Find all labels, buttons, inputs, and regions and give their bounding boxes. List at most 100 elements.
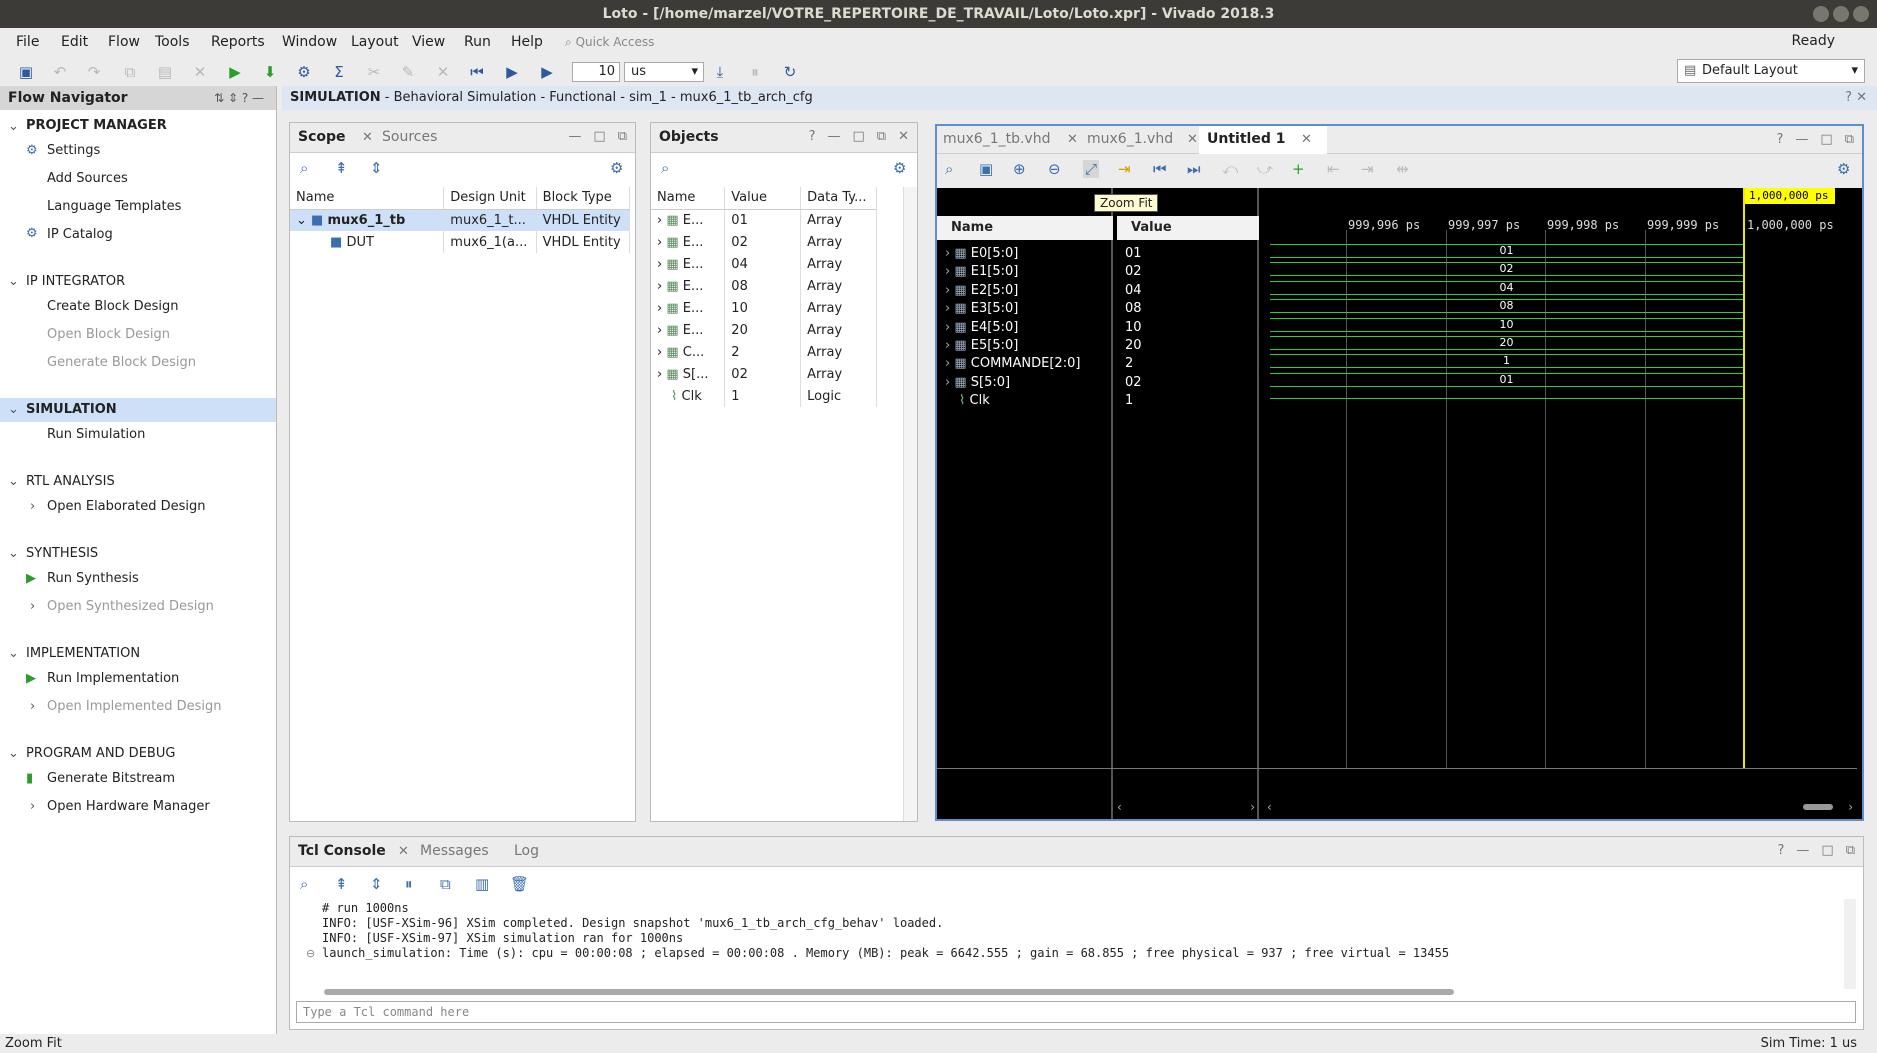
nav-generate-block-design[interactable]: Generate Block Design bbox=[47, 355, 196, 370]
chevron-right-icon[interactable]: › bbox=[30, 499, 35, 514]
nav-ip-catalog[interactable]: IP Catalog bbox=[47, 227, 113, 242]
chevron-right-icon[interactable]: › bbox=[657, 235, 662, 250]
nav-create-block-design[interactable]: Create Block Design bbox=[47, 299, 179, 314]
chevron-down-icon[interactable]: ⌄ bbox=[296, 213, 307, 228]
nav-run-implementation[interactable]: Run Implementation bbox=[47, 671, 179, 686]
close-icon[interactable]: ✕ bbox=[1301, 132, 1312, 147]
delete-icon[interactable]: ✕ bbox=[190, 62, 210, 82]
table-row[interactable]: ⌄ ■ mux6_1_tb mux6_1_t... VHDL Entity bbox=[290, 209, 631, 231]
chevron-down-icon[interactable]: ⌄ bbox=[8, 119, 19, 134]
collapse-all-icon[interactable]: ⇞ bbox=[335, 875, 348, 893]
section-synthesis[interactable]: SYNTHESIS bbox=[26, 546, 98, 561]
table-row[interactable]: › ▦ C... 2 Array bbox=[651, 341, 877, 363]
go-to-cursor-icon[interactable]: ⇥ bbox=[1118, 160, 1131, 178]
fold-icon[interactable]: ⊖ bbox=[306, 947, 315, 960]
section-implementation[interactable]: IMPLEMENTATION bbox=[26, 646, 140, 661]
nav-generate-bitstream[interactable]: Generate Bitstream bbox=[47, 771, 175, 786]
maximize-button[interactable] bbox=[1833, 6, 1849, 22]
search-icon[interactable]: ⌕ bbox=[945, 160, 953, 178]
chevron-right-icon[interactable]: › bbox=[30, 799, 35, 814]
disabled-tool-icon[interactable]: ✕ bbox=[433, 62, 453, 82]
menu-file[interactable]: File bbox=[16, 34, 39, 50]
column-header[interactable]: Name bbox=[290, 187, 445, 210]
tab-untitled-1[interactable]: Untitled 1 bbox=[1207, 131, 1285, 147]
section-simulation[interactable]: SIMULATION bbox=[26, 402, 117, 417]
chevron-down-icon[interactable]: ⌄ bbox=[8, 474, 19, 489]
chevron-down-icon[interactable]: ⌄ bbox=[8, 274, 19, 289]
panel-window-controls[interactable]: ? — □ ⧉ bbox=[1778, 843, 1856, 858]
column-header[interactable]: Value bbox=[724, 187, 802, 210]
panel-window-controls[interactable]: — □ ⧉ bbox=[568, 129, 627, 144]
minimize-button[interactable] bbox=[1813, 6, 1829, 22]
next-transition-icon[interactable]: ⤻ bbox=[1257, 160, 1273, 178]
vertical-scrollbar[interactable] bbox=[1844, 899, 1856, 989]
tab-mux6-1-vhd[interactable]: mux6_1.vhd bbox=[1087, 131, 1173, 147]
nav-open-implemented-design[interactable]: Open Implemented Design bbox=[47, 699, 221, 714]
menu-layout[interactable]: Layout bbox=[351, 34, 399, 50]
break-icon[interactable]: ⏸ bbox=[745, 62, 765, 82]
nav-open-elaborated-design[interactable]: Open Elaborated Design bbox=[47, 499, 206, 514]
panel-controls-icon[interactable]: ⇅ ⇕ ? — bbox=[214, 86, 264, 110]
add-marker-icon[interactable]: + bbox=[1292, 160, 1305, 178]
run-all-icon[interactable]: ▶ bbox=[502, 62, 522, 82]
redo-icon[interactable]: ↷ bbox=[84, 62, 104, 82]
column-header[interactable]: Block Type bbox=[536, 187, 631, 210]
wave-scrollbar[interactable]: ‹ › bbox=[1267, 800, 1857, 814]
tab-messages[interactable]: Messages bbox=[420, 843, 489, 859]
program-download-icon[interactable]: ⬇ bbox=[260, 62, 280, 82]
chevron-right-icon[interactable]: › bbox=[657, 257, 662, 272]
gear-icon[interactable]: ⚙ bbox=[893, 159, 906, 177]
menu-help[interactable]: Help bbox=[511, 34, 543, 50]
clear-icon[interactable]: 🗑 bbox=[510, 875, 529, 893]
table-row[interactable]: › ▦ S[... 02 Array bbox=[651, 363, 877, 385]
tab-sources[interactable]: Sources bbox=[382, 129, 437, 145]
tcl-command-input[interactable]: Type a Tcl command here bbox=[296, 1001, 1856, 1023]
disabled-tool-icon[interactable]: ✎ bbox=[398, 62, 418, 82]
chevron-right-icon[interactable]: › bbox=[657, 323, 662, 338]
signal-name[interactable]: ⌇ Clk bbox=[959, 393, 990, 408]
chevron-right-icon[interactable]: › bbox=[945, 375, 950, 390]
disabled-tool-icon[interactable]: ✂ bbox=[364, 62, 384, 82]
nav-language-templates[interactable]: Language Templates bbox=[47, 199, 181, 214]
menu-reports[interactable]: Reports bbox=[211, 34, 265, 50]
chevron-right-icon[interactable]: › bbox=[945, 338, 950, 353]
signal-name[interactable]: › ▦ E1[5:0] bbox=[945, 264, 1018, 279]
table-row[interactable]: › ▦ E... 01 Array bbox=[651, 209, 877, 231]
nav-run-simulation[interactable]: Run Simulation bbox=[47, 427, 145, 442]
horizontal-scrollbar[interactable] bbox=[324, 989, 1454, 995]
column-header[interactable]: Data Ty... bbox=[800, 187, 877, 210]
paste-icon[interactable]: ▤ bbox=[155, 62, 175, 82]
table-row[interactable]: ⌇ Clk 1 Logic bbox=[651, 385, 877, 407]
gear-icon[interactable]: ⚙ bbox=[1837, 160, 1850, 178]
table-row[interactable]: › ▦ E... 20 Array bbox=[651, 319, 877, 341]
search-icon[interactable]: ⌕ bbox=[300, 159, 308, 177]
step-icon[interactable]: ⤓ bbox=[710, 62, 730, 82]
menu-flow[interactable]: Flow bbox=[108, 34, 140, 50]
panel-window-controls[interactable]: ? — □ ⧉ ✕ bbox=[809, 129, 909, 144]
next-marker-icon[interactable]: ⇥ bbox=[1361, 160, 1374, 178]
copy-icon[interactable]: ⧉ bbox=[440, 875, 451, 893]
table-row[interactable]: › ▦ E... 02 Array bbox=[651, 231, 877, 253]
menu-window[interactable]: Window bbox=[282, 34, 337, 50]
chevron-right-icon[interactable]: › bbox=[945, 301, 950, 316]
sigma-icon[interactable]: Σ bbox=[329, 62, 349, 82]
chevron-down-icon[interactable]: ⌄ bbox=[8, 646, 19, 661]
nav-open-synthesized-design[interactable]: Open Synthesized Design bbox=[47, 599, 214, 614]
undo-icon[interactable]: ↶ bbox=[50, 62, 70, 82]
chevron-right-icon[interactable]: › bbox=[657, 301, 662, 316]
chevron-right-icon[interactable]: › bbox=[657, 213, 662, 228]
table-row[interactable]: › ▦ E... 08 Array bbox=[651, 275, 877, 297]
waveform-canvas[interactable]: Name Value 999,996 ps 999,997 ps 999,998… bbox=[937, 188, 1862, 819]
swap-cursors-icon[interactable]: ⇹ bbox=[1396, 160, 1409, 178]
restart-icon[interactable]: ⏮ bbox=[467, 62, 487, 82]
chevron-right-icon[interactable]: › bbox=[945, 246, 950, 261]
run-icon[interactable]: ▶ bbox=[225, 62, 245, 82]
menu-tools[interactable]: Tools bbox=[155, 34, 190, 50]
nav-settings[interactable]: Settings bbox=[47, 143, 100, 158]
expand-all-icon[interactable]: ⇕ bbox=[370, 875, 383, 893]
collapse-all-icon[interactable]: ⇞ bbox=[335, 159, 348, 177]
chevron-down-icon[interactable]: ⌄ bbox=[8, 402, 19, 417]
layout-select[interactable]: ▤ Default Layout ▾ bbox=[1677, 59, 1865, 83]
tab-mux6-1-tb-vhd[interactable]: mux6_1_tb.vhd bbox=[943, 131, 1050, 147]
signal-name[interactable]: › ▦ E3[5:0] bbox=[945, 301, 1018, 316]
